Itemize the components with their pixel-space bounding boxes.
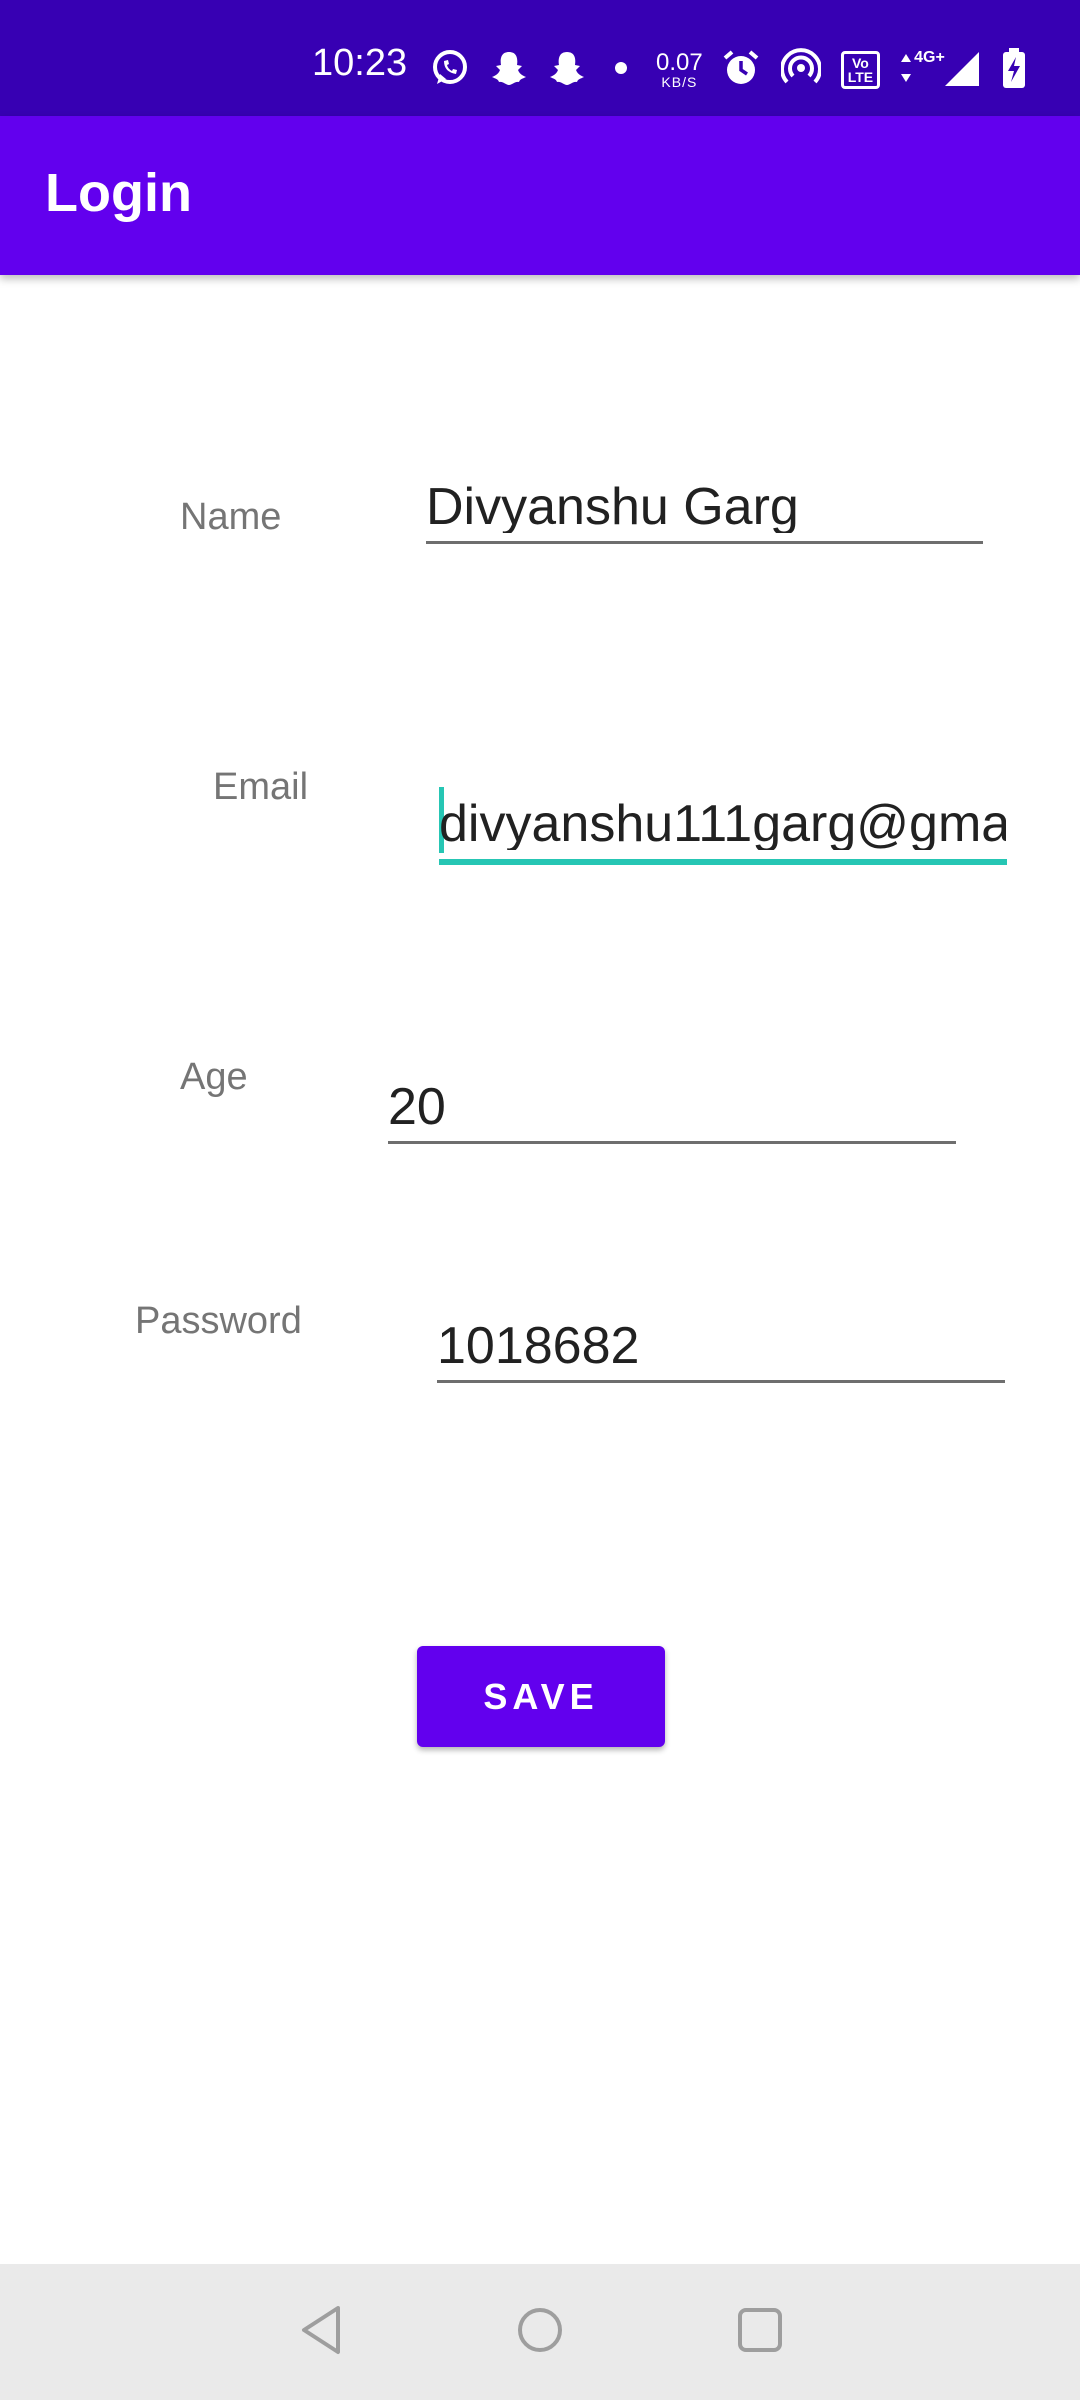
status-time: 10:23 (312, 42, 408, 84)
snapchat-icon (490, 48, 528, 93)
email-field-underline (439, 859, 1007, 865)
page-title: Login (45, 163, 192, 223)
password-field-underline (437, 1380, 1005, 1383)
age-field[interactable]: 20 (388, 1081, 956, 1133)
volte-icon: Vo LTE (840, 51, 881, 89)
network-type: 4G+ (914, 49, 945, 66)
home-icon[interactable] (514, 2302, 566, 2363)
name-label: Name (180, 496, 282, 538)
name-field[interactable]: Divyanshu Garg (426, 481, 982, 533)
hotspot-icon (779, 47, 822, 93)
email-label: Email (213, 766, 309, 808)
password-field[interactable]: 1018682 (437, 1320, 1004, 1372)
alarm-icon (721, 48, 761, 93)
signal-icon (941, 48, 981, 93)
data-arrows-icon (900, 50, 912, 91)
age-label: Age (180, 1056, 248, 1098)
whatsapp-icon (430, 48, 470, 93)
net-speed: 0.07 KB/S (656, 49, 703, 90)
back-icon[interactable] (298, 2302, 344, 2363)
save-button[interactable]: SAVE (417, 1646, 665, 1747)
dot-icon (606, 48, 636, 93)
battery-charging-icon (1001, 47, 1027, 94)
status-icons: 0.07 KB/S Vo LTE 4G+ (430, 46, 1027, 94)
age-field-underline (388, 1141, 956, 1144)
name-field-underline (426, 541, 983, 544)
password-label: Password (135, 1300, 302, 1342)
app-bar: Login (0, 116, 1080, 275)
recents-icon[interactable] (734, 2302, 786, 2363)
volte-line1: Vo (851, 55, 869, 71)
email-field[interactable]: divyanshu111garg@gma (439, 798, 1006, 850)
net-speed-unit: KB/S (661, 74, 698, 90)
navigation-bar (0, 2264, 1080, 2400)
status-bar: 10:23 0.07 KB/S Vo LTE 4G+ (0, 0, 1080, 116)
volte-line2: LTE (847, 69, 874, 85)
snapchat-icon (548, 48, 586, 93)
net-speed-value: 0.07 (656, 49, 703, 76)
